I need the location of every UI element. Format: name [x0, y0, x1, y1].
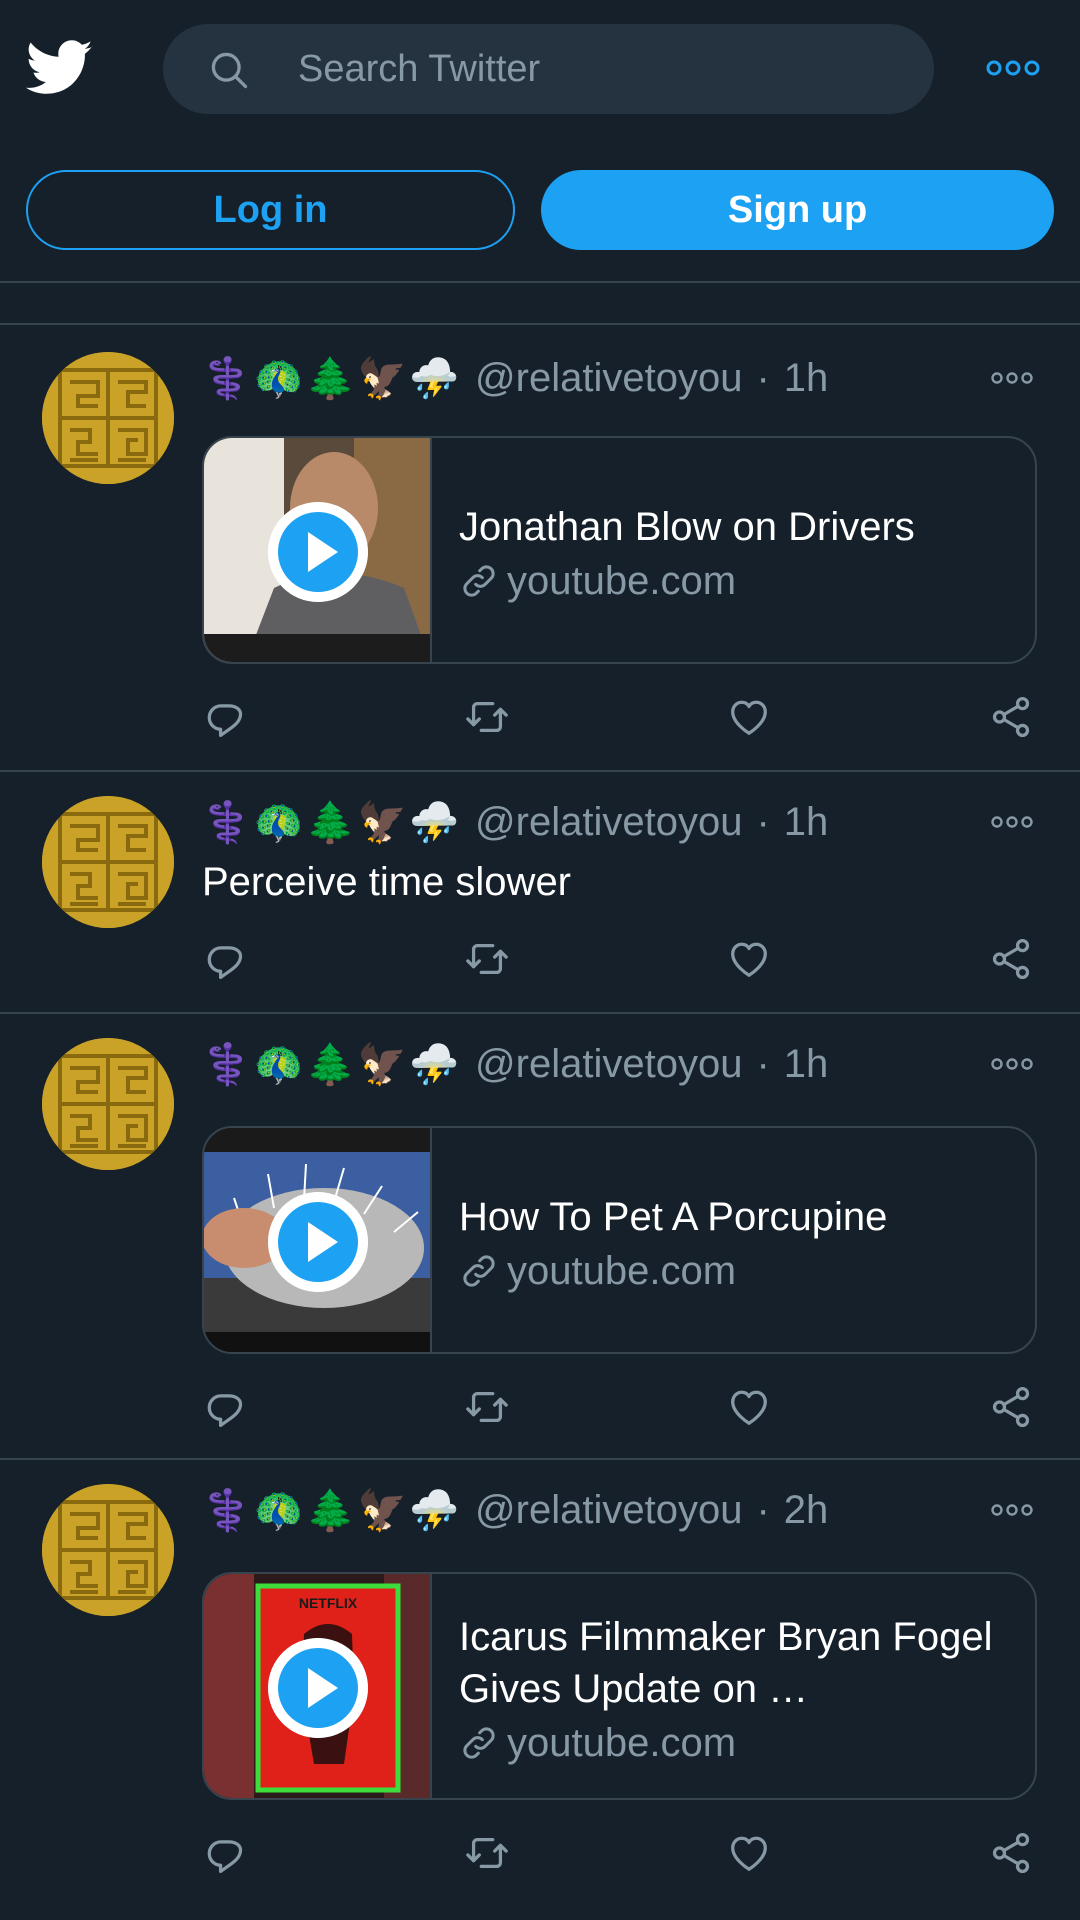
video-thumbnail[interactable]: NETFLIX: [204, 1574, 432, 1798]
card-title: Icarus Filmmaker Bryan Fogel Gives Updat…: [459, 1614, 993, 1711]
user-handle[interactable]: @relativetoyou: [475, 1042, 742, 1087]
video-thumbnail[interactable]: [204, 1128, 432, 1352]
share-icon[interactable]: [988, 1830, 1034, 1876]
tweet-header: ⚕️🦚🌲🦅⛈️ @relativetoyou · 2h: [202, 1482, 828, 1538]
tweet-more-icon[interactable]: [990, 814, 1034, 830]
feed-divider: [0, 323, 1080, 325]
like-icon[interactable]: [726, 1384, 772, 1430]
user-handle[interactable]: @relativetoyou: [475, 800, 742, 845]
card-title: How To Pet A Porcupine: [459, 1194, 888, 1239]
tweet-more-icon[interactable]: [990, 1502, 1034, 1518]
tweet-more-icon[interactable]: [990, 370, 1034, 386]
top-bar: [0, 0, 1080, 140]
timestamp[interactable]: 1h: [784, 800, 829, 845]
tweet[interactable]: ⚕️🦚🌲🦅⛈️ @relativetoyou · 1h Perceive tim…: [0, 772, 1080, 1012]
avatar[interactable]: [42, 352, 174, 484]
card-text: How To Pet A Porcupine youtube.com: [459, 1128, 1019, 1352]
like-icon[interactable]: [726, 936, 772, 982]
retweet-icon[interactable]: [464, 1384, 510, 1430]
retweet-icon[interactable]: [464, 1830, 510, 1876]
avatar[interactable]: [42, 1038, 174, 1170]
link-card[interactable]: How To Pet A Porcupine youtube.com: [202, 1126, 1037, 1354]
timestamp[interactable]: 1h: [784, 356, 829, 401]
tweet-header: ⚕️🦚🌲🦅⛈️ @relativetoyou · 1h: [202, 794, 828, 850]
search-icon: [211, 52, 248, 89]
card-domain: youtube.com: [507, 1248, 737, 1293]
card-domain-row: youtube.com: [459, 559, 1019, 604]
search-input[interactable]: [298, 24, 898, 114]
separator-dot: ·: [756, 799, 770, 844]
card-domain-row: youtube.com: [459, 1249, 1019, 1294]
link-card[interactable]: Jonathan Blow on Drivers youtube.com: [202, 436, 1037, 664]
tweet-actions: [202, 694, 1042, 744]
user-handle[interactable]: @relativetoyou: [475, 1488, 742, 1533]
avatar[interactable]: [42, 796, 174, 928]
retweet-icon[interactable]: [464, 694, 510, 740]
tweet-actions: [202, 1830, 1042, 1880]
card-text: Icarus Filmmaker Bryan Fogel Gives Updat…: [459, 1574, 1019, 1798]
tweet[interactable]: ⚕️🦚🌲🦅⛈️ @relativetoyou · 2h NETFLIX Icar…: [0, 1460, 1080, 1920]
card-text: Jonathan Blow on Drivers youtube.com: [459, 438, 1019, 662]
separator-dot: ·: [756, 1041, 770, 1086]
link-icon: [459, 1251, 499, 1291]
display-name-emojis[interactable]: ⚕️🦚🌲🦅⛈️: [202, 1041, 461, 1088]
display-name-emojis[interactable]: ⚕️🦚🌲🦅⛈️: [202, 1487, 461, 1534]
more-options-icon[interactable]: [985, 58, 1041, 78]
auth-buttons: Log in Sign up: [0, 170, 1080, 250]
card-title: Jonathan Blow on Drivers: [459, 504, 915, 549]
twitter-logo-icon[interactable]: [26, 40, 94, 96]
user-handle[interactable]: @relativetoyou: [475, 356, 742, 401]
share-icon[interactable]: [988, 694, 1034, 740]
card-domain: youtube.com: [507, 558, 737, 603]
reply-icon[interactable]: [202, 694, 248, 740]
tweet-actions: [202, 1384, 1042, 1434]
display-name-emojis[interactable]: ⚕️🦚🌲🦅⛈️: [202, 799, 461, 846]
retweet-icon[interactable]: [464, 936, 510, 982]
tweet-more-icon[interactable]: [990, 1056, 1034, 1072]
play-icon[interactable]: [268, 502, 368, 602]
play-icon[interactable]: [268, 1192, 368, 1292]
timestamp[interactable]: 1h: [784, 1042, 829, 1087]
like-icon[interactable]: [726, 694, 772, 740]
link-icon: [459, 561, 499, 601]
avatar[interactable]: [42, 1484, 174, 1616]
tweet-header: ⚕️🦚🌲🦅⛈️ @relativetoyou · 1h: [202, 350, 828, 406]
video-thumbnail[interactable]: [204, 438, 432, 662]
signup-button[interactable]: Sign up: [541, 170, 1054, 250]
like-icon[interactable]: [726, 1830, 772, 1876]
search-bar[interactable]: [163, 24, 934, 114]
header-divider: [0, 281, 1080, 283]
play-icon[interactable]: [268, 1638, 368, 1738]
reply-icon[interactable]: [202, 936, 248, 982]
share-icon[interactable]: [988, 1384, 1034, 1430]
login-button[interactable]: Log in: [26, 170, 515, 250]
tweet[interactable]: ⚕️🦚🌲🦅⛈️ @relativetoyou · 1h How To Pet A…: [0, 1014, 1080, 1458]
tweet-header: ⚕️🦚🌲🦅⛈️ @relativetoyou · 1h: [202, 1036, 828, 1092]
link-card[interactable]: NETFLIX Icarus Filmmaker Bryan Fogel Giv…: [202, 1572, 1037, 1800]
timestamp[interactable]: 2h: [784, 1488, 829, 1533]
separator-dot: ·: [756, 1487, 770, 1532]
share-icon[interactable]: [988, 936, 1034, 982]
separator-dot: ·: [756, 355, 770, 400]
card-domain-row: youtube.com: [459, 1721, 1019, 1766]
tweet-actions: [202, 936, 1042, 986]
card-domain: youtube.com: [507, 1720, 737, 1765]
display-name-emojis[interactable]: ⚕️🦚🌲🦅⛈️: [202, 355, 461, 402]
tweet-text: Perceive time slower: [202, 860, 572, 904]
reply-icon[interactable]: [202, 1830, 248, 1876]
link-icon: [459, 1723, 499, 1763]
tweet[interactable]: ⚕️🦚🌲🦅⛈️ @relativetoyou · 1h Jonathan Blo…: [0, 326, 1080, 770]
thumbnail-brand-text: NETFLIX: [299, 1595, 358, 1611]
reply-icon[interactable]: [202, 1384, 248, 1430]
